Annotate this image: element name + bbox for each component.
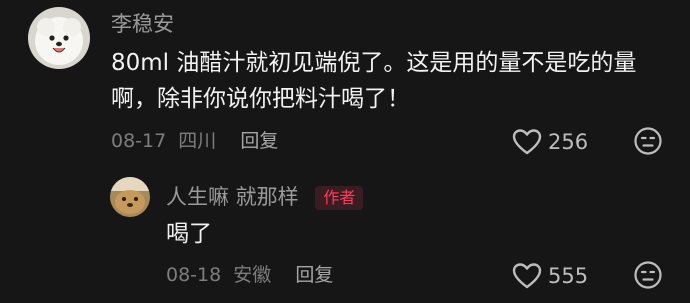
avatar[interactable] xyxy=(110,177,150,217)
like-button[interactable]: 555 xyxy=(512,262,588,290)
like-count: 256 xyxy=(548,129,589,154)
author-badge: 作者 xyxy=(315,186,364,210)
comment-date: 08-17 xyxy=(111,130,167,152)
comment-item: 李稳安 80ml 油醋汁就初见端倪了。这是用的量不是吃的量 啊，除非你说你把料汁… xyxy=(0,0,690,160)
comment-location: 安徽 xyxy=(233,264,272,286)
comment-text: 喝了 xyxy=(166,216,212,252)
comment-meta: 08-17 四川 回复 xyxy=(111,132,278,151)
comment-text-line: 啊，除非你说你把料汁喝了！ xyxy=(111,86,410,112)
neutral-face-icon xyxy=(633,126,663,156)
dislike-button[interactable] xyxy=(633,126,663,156)
comment-meta: 08-18 安徽 回复 xyxy=(166,266,333,285)
heart-outline-icon xyxy=(512,262,548,290)
username[interactable]: 李稳安 xyxy=(111,14,174,35)
comment-text-line: 80ml 油醋汁就初见端倪了。这是用的量不是吃的量 xyxy=(111,50,637,76)
like-button[interactable]: 256 xyxy=(512,128,588,156)
reply-comment-item: 人生嘛 就那样 作者 喝了 08-18 安徽 回复 555 xyxy=(0,170,690,303)
comment-text-line: 喝了 xyxy=(166,221,212,247)
username-row: 人生嘛 就那样 作者 xyxy=(166,185,364,210)
neutral-face-icon xyxy=(633,260,663,290)
comment-location: 四川 xyxy=(178,130,217,152)
comment-date: 08-18 xyxy=(166,264,222,286)
username[interactable]: 人生嘛 就那样 xyxy=(166,185,299,209)
comment-text: 80ml 油醋汁就初见端倪了。这是用的量不是吃的量 啊，除非你说你把料汁喝了！ xyxy=(111,45,636,117)
avatar[interactable] xyxy=(28,7,90,69)
reply-button[interactable]: 回复 xyxy=(240,130,278,152)
reply-button[interactable]: 回复 xyxy=(295,264,333,286)
heart-outline-icon xyxy=(512,128,548,156)
like-count: 555 xyxy=(548,263,589,288)
dislike-button[interactable] xyxy=(633,260,663,290)
